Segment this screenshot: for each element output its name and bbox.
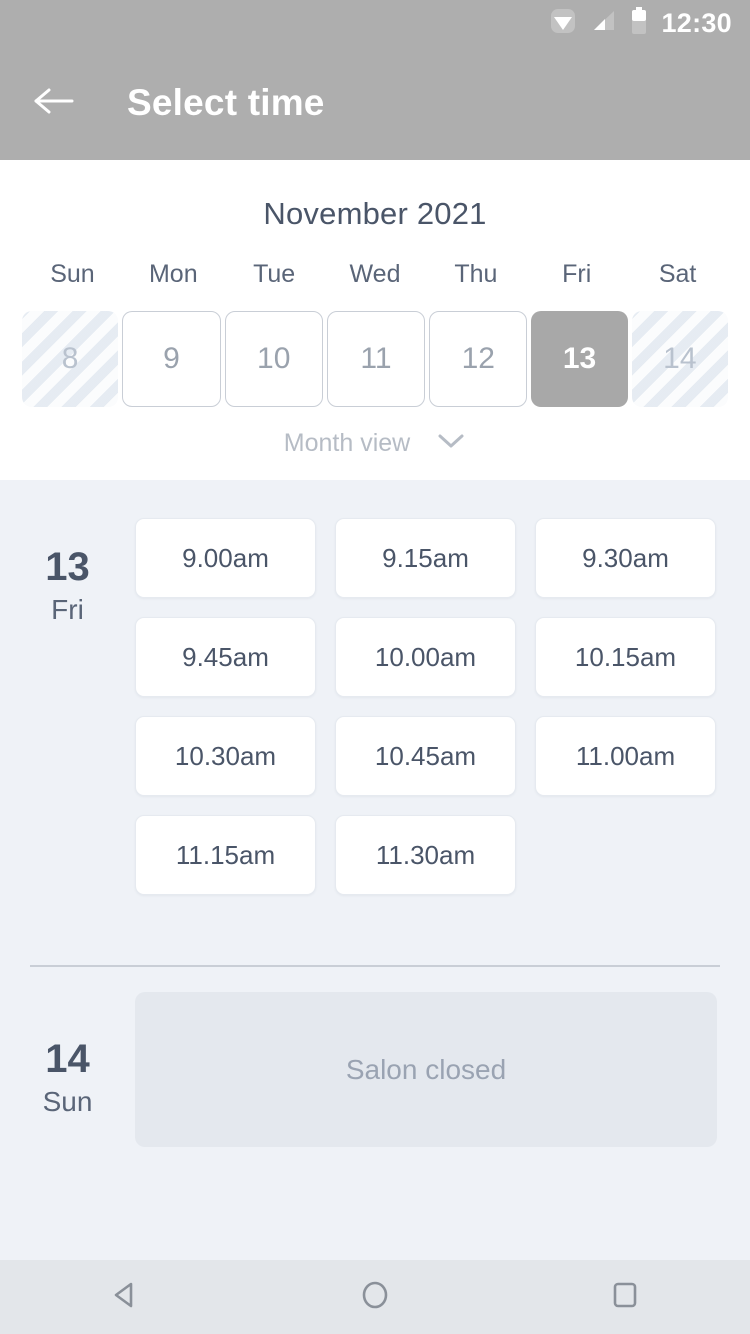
- schedule-area: 13 Fri 9.00am 9.15am 9.30am 9.45am 10.00…: [0, 480, 750, 1260]
- time-slot[interactable]: 9.45am: [135, 617, 316, 697]
- app-bar: Select time: [0, 46, 750, 160]
- day-cell-9[interactable]: 9: [122, 311, 221, 407]
- battery-icon: [631, 6, 647, 40]
- weekday-label-wed: Wed: [349, 260, 401, 288]
- section-divider: [30, 965, 720, 967]
- day-cell-8: 8: [22, 311, 119, 407]
- weekday-header-row: Sun Mon Tue Wed Thu Fri Sat: [0, 260, 750, 289]
- time-slot-grid: 9.00am 9.15am 9.30am 9.45am 10.00am 10.1…: [135, 480, 717, 895]
- schedule-date-weekday: Sun: [42, 1086, 93, 1117]
- schedule-date-number: 14: [45, 1037, 90, 1081]
- time-slot[interactable]: 9.15am: [335, 518, 516, 598]
- weekday-label-thu: Thu: [454, 260, 498, 288]
- page-title: Select time: [127, 82, 325, 123]
- day-cell-11[interactable]: 11: [326, 311, 426, 407]
- calendar-panel: November 2021 Sun Mon Tue Wed Thu Fri Sa…: [0, 160, 750, 480]
- calendar-month-label: November 2021: [263, 196, 487, 231]
- nav-home-button[interactable]: [320, 1260, 430, 1334]
- cellular-signal-icon: [591, 8, 617, 39]
- time-slot[interactable]: 9.30am: [535, 518, 716, 598]
- wifi-icon: [549, 8, 577, 39]
- triangle-left-icon: [107, 1277, 143, 1318]
- day-cell-14: 14: [631, 311, 728, 407]
- schedule-date-label-14: 14 Sun: [0, 992, 135, 1147]
- time-slot[interactable]: 10.45am: [335, 716, 516, 796]
- day-cell-10[interactable]: 10: [224, 311, 323, 407]
- time-slot[interactable]: 11.15am: [135, 815, 316, 895]
- weekday-label-sun: Sun: [50, 260, 95, 288]
- day-cell-13[interactable]: 13: [531, 311, 628, 407]
- back-button[interactable]: [30, 80, 76, 126]
- time-slot[interactable]: 10.30am: [135, 716, 316, 796]
- nav-recents-button[interactable]: [570, 1260, 680, 1334]
- nav-back-button[interactable]: [70, 1260, 180, 1334]
- weekday-label-tue: Tue: [253, 260, 296, 288]
- schedule-date-label-13: 13 Fri: [0, 480, 135, 895]
- status-bar: 12:30: [0, 0, 750, 46]
- calendar-days-row: 8 9 10 11 12 13 14: [0, 311, 750, 407]
- month-view-toggle[interactable]: Month view: [0, 429, 750, 458]
- weekday-label-sat: Sat: [658, 260, 697, 288]
- schedule-date-number: 13: [45, 545, 90, 589]
- month-view-label: Month view: [283, 429, 411, 457]
- schedule-date-weekday: Fri: [51, 594, 84, 625]
- time-slot[interactable]: 9.00am: [135, 518, 316, 598]
- circle-icon: [357, 1277, 393, 1318]
- time-slot[interactable]: 10.15am: [535, 617, 716, 697]
- time-slot[interactable]: 11.30am: [335, 815, 516, 895]
- weekday-label-fri: Fri: [562, 260, 592, 288]
- android-nav-bar: [0, 1260, 750, 1334]
- square-icon: [607, 1277, 643, 1318]
- time-slot[interactable]: 11.00am: [535, 716, 716, 796]
- chevron-down-icon: [436, 432, 466, 455]
- weekday-label-mon: Mon: [148, 260, 198, 288]
- schedule-day-14: 14 Sun Salon closed: [0, 992, 750, 1147]
- arrow-left-icon: [32, 85, 74, 122]
- status-time: 12:30: [661, 7, 732, 38]
- day-cell-12[interactable]: 12: [429, 311, 528, 407]
- phone-screen: 12:30 Select time November 2021 Sun Mon …: [0, 0, 750, 1334]
- salon-closed-banner: Salon closed: [135, 992, 717, 1147]
- time-slot[interactable]: 10.00am: [335, 617, 516, 697]
- schedule-day-13: 13 Fri 9.00am 9.15am 9.30am 9.45am 10.00…: [0, 480, 750, 895]
